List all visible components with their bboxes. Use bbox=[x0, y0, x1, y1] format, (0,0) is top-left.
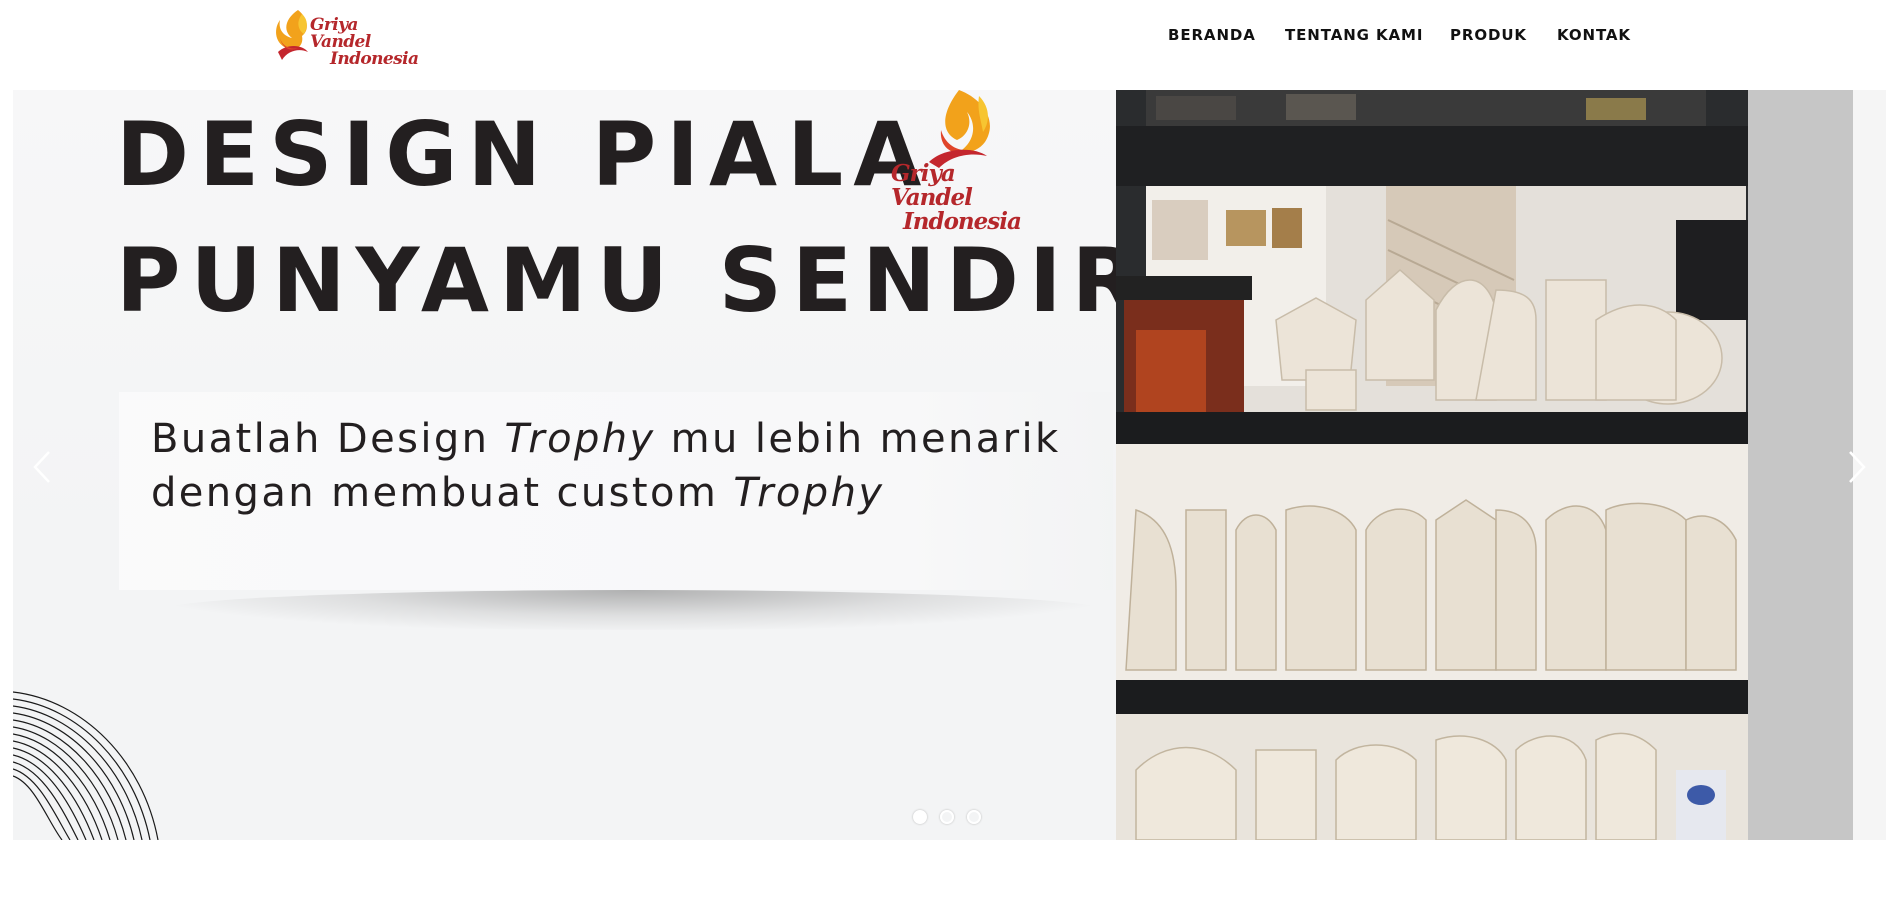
chevron-left-icon bbox=[33, 451, 50, 483]
nav-tentang-kami[interactable]: TENTANG KAMI bbox=[1285, 26, 1423, 44]
hero-slider: DESIGN PIALA PUNYAMU SENDIRI Griya Vande… bbox=[13, 90, 1886, 840]
brand-logo[interactable]: Griya Vandel Indonesia bbox=[272, 8, 419, 68]
card-shadow bbox=[163, 590, 1103, 630]
subtitle-emphasis-2: Trophy bbox=[733, 470, 885, 516]
slider-prev-button[interactable] bbox=[25, 442, 59, 492]
nav-kontak[interactable]: KONTAK bbox=[1557, 26, 1631, 44]
nav-beranda[interactable]: BERANDA bbox=[1168, 26, 1256, 44]
chevron-right-icon bbox=[1849, 451, 1866, 483]
slider-next-button[interactable] bbox=[1840, 442, 1874, 492]
slide-logo-text-line2: Indonesia bbox=[903, 208, 1022, 235]
logo-text-line2: Indonesia bbox=[330, 49, 419, 69]
nav-produk[interactable]: PRODUK bbox=[1450, 26, 1527, 44]
trophy-shelf-illustration bbox=[1116, 90, 1748, 840]
slide-logo-text: Griya Vandel Indonesia bbox=[891, 162, 1041, 234]
hero-subtitle: Buatlah Design Trophy mu lebih menarik d… bbox=[151, 412, 1111, 520]
flame-logo-icon bbox=[929, 90, 990, 168]
decorative-arcs bbox=[13, 691, 159, 840]
slide-dot-1[interactable] bbox=[913, 810, 927, 824]
trophy-shelf-photo bbox=[1116, 90, 1748, 840]
hero-headline-line2: PUNYAMU SENDIRI bbox=[116, 229, 1193, 332]
slide-brand-logo: Griya Vandel Indonesia bbox=[881, 90, 1031, 234]
photo-side-panel bbox=[1748, 90, 1853, 840]
subtitle-emphasis-1: Trophy bbox=[504, 416, 656, 462]
hero-headline-line1: DESIGN PIALA bbox=[116, 103, 932, 206]
slide-logo-text-line1: Griya Vandel bbox=[891, 160, 973, 211]
slide-dot-3[interactable] bbox=[967, 810, 981, 824]
subtitle-text-1: Buatlah Design bbox=[151, 416, 505, 462]
slide-dot-2[interactable] bbox=[940, 810, 954, 824]
site-header: Griya Vandel Indonesia BERANDA TENTANG K… bbox=[0, 0, 1898, 90]
logo-text: Griya Vandel Indonesia bbox=[310, 17, 420, 68]
logo-text-line1: Griya Vandel bbox=[310, 15, 371, 52]
